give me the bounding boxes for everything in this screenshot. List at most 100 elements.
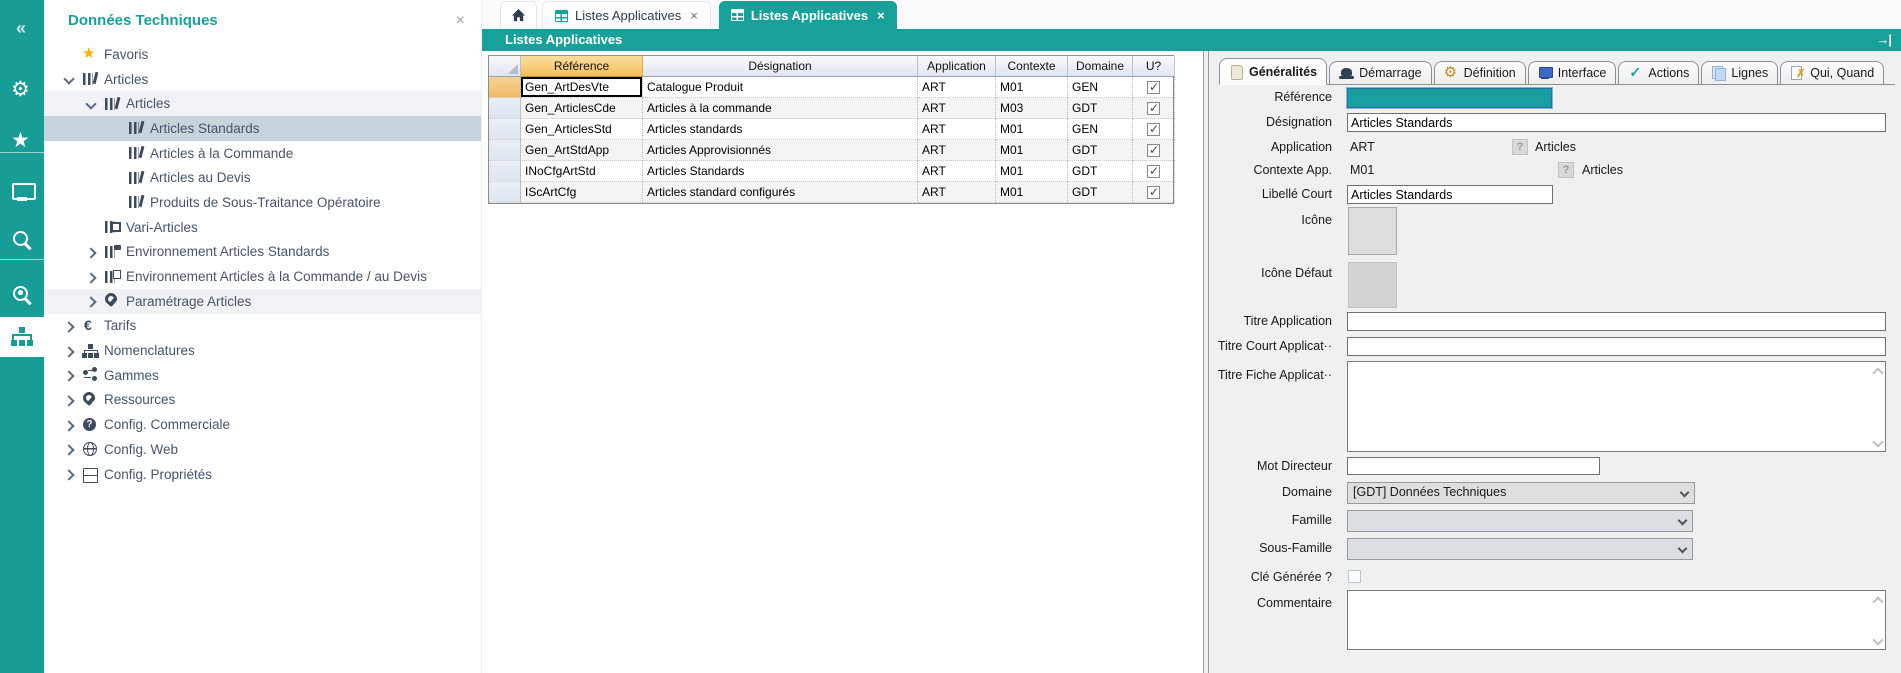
properties-tab[interactable]: Généralités xyxy=(1219,58,1327,85)
scroll-down-icon[interactable] xyxy=(1873,636,1882,645)
chevron-icon[interactable] xyxy=(84,97,98,111)
chevron-icon[interactable] xyxy=(62,393,76,407)
sidebar-close-icon[interactable]: × xyxy=(456,13,465,29)
column-header-contexte[interactable]: Contexte xyxy=(996,56,1068,77)
help-button[interactable]: ? xyxy=(1512,139,1528,155)
cell-reference[interactable]: INoCfgArtStd xyxy=(521,161,643,182)
chevron-icon[interactable] xyxy=(62,47,76,61)
cell-contexte[interactable]: M01 xyxy=(996,119,1068,140)
tab-close-icon[interactable]: × xyxy=(688,8,698,23)
tree-item[interactable]: Environnement Articles à la Commande / a… xyxy=(44,264,481,289)
tree-item[interactable]: Tarifs xyxy=(44,314,481,339)
row-selector-cell[interactable] xyxy=(489,98,521,119)
table-row[interactable]: INoCfgArtStd Articles Standards ART M01 … xyxy=(489,161,1173,182)
properties-tab[interactable]: Lignes xyxy=(1701,61,1778,84)
cell-domaine[interactable]: GEN xyxy=(1068,119,1133,140)
column-header-domaine[interactable]: Domaine xyxy=(1068,56,1133,77)
cell-domaine[interactable]: GEN xyxy=(1068,77,1133,98)
rail-button[interactable] xyxy=(0,317,44,357)
properties-tab[interactable]: Qui, Quand xyxy=(1780,61,1884,84)
table-row[interactable]: Gen_ArtStdApp Articles Approvisionnés AR… xyxy=(489,140,1173,161)
column-header-designation[interactable]: Désignation xyxy=(643,56,918,77)
cell-application[interactable]: ART xyxy=(918,98,996,119)
chevron-icon[interactable] xyxy=(62,442,76,456)
tab-close-icon[interactable]: × xyxy=(875,8,885,23)
mot-directeur-input[interactable] xyxy=(1347,457,1600,475)
tree-item[interactable]: Vari-Articles xyxy=(44,215,481,240)
cell-domaine[interactable]: GDT xyxy=(1068,140,1133,161)
cell-designation[interactable]: Articles Approvisionnés xyxy=(643,140,918,161)
scroll-up-icon[interactable] xyxy=(1873,366,1882,375)
chevron-icon[interactable] xyxy=(84,220,98,234)
chevron-icon[interactable] xyxy=(62,368,76,382)
tree-item[interactable]: Produits de Sous-Traitance Opératoire xyxy=(44,190,481,215)
select-all-header[interactable] xyxy=(489,56,521,77)
chevron-icon[interactable] xyxy=(62,344,76,358)
chevron-icon[interactable] xyxy=(84,294,98,308)
tree-item[interactable]: Paramétrage Articles xyxy=(44,289,481,314)
cell-application[interactable]: ART xyxy=(918,140,996,161)
cell-designation[interactable]: Articles Standards xyxy=(643,161,918,182)
chevron-icon[interactable] xyxy=(62,72,76,86)
tree-item[interactable]: Articles à la Commande xyxy=(44,141,481,166)
row-selector-cell[interactable] xyxy=(489,77,521,98)
column-header-application[interactable]: Application xyxy=(918,56,996,77)
row-selector-cell[interactable] xyxy=(489,119,521,140)
rail-button[interactable] xyxy=(0,120,44,164)
u-checkbox[interactable] xyxy=(1147,123,1160,136)
tree-item[interactable]: Config. Propriétés xyxy=(44,462,481,487)
u-checkbox[interactable] xyxy=(1147,165,1160,178)
cell-contexte[interactable]: M01 xyxy=(996,77,1068,98)
cell-contexte[interactable]: M01 xyxy=(996,182,1068,203)
tree-item[interactable]: Ressources xyxy=(44,388,481,413)
u-checkbox[interactable] xyxy=(1147,144,1160,157)
cell-application[interactable]: ART xyxy=(918,77,996,98)
commentaire-textarea[interactable] xyxy=(1347,590,1886,650)
u-checkbox[interactable] xyxy=(1147,102,1160,115)
rail-button[interactable] xyxy=(0,68,44,112)
rail-button[interactable] xyxy=(0,273,44,317)
u-checkbox[interactable] xyxy=(1147,186,1160,199)
chevron-icon[interactable] xyxy=(62,467,76,481)
titre-fiche-textarea[interactable] xyxy=(1347,361,1886,452)
document-tab[interactable]: Listes Applicatives × xyxy=(719,1,897,29)
sous-famille-select[interactable] xyxy=(1347,538,1693,560)
cell-reference[interactable]: Gen_ArticlesCde xyxy=(521,98,643,119)
cell-application[interactable]: ART xyxy=(918,119,996,140)
cell-reference[interactable]: Gen_ArtStdApp xyxy=(521,140,643,161)
reference-input[interactable] xyxy=(1347,88,1552,108)
chevron-icon[interactable] xyxy=(62,418,76,432)
cell-domaine[interactable]: GDT xyxy=(1068,98,1133,119)
cell-designation[interactable]: Catalogue Produit xyxy=(643,77,918,98)
cell-designation[interactable]: Articles standard configurés xyxy=(643,182,918,203)
row-selector-cell[interactable] xyxy=(489,182,521,203)
libelle-court-input[interactable] xyxy=(1347,185,1553,204)
tree-item[interactable]: Articles au Devis xyxy=(44,165,481,190)
titre-court-input[interactable] xyxy=(1347,337,1886,356)
tree-item[interactable]: Nomenclatures xyxy=(44,338,481,363)
designation-input[interactable] xyxy=(1347,113,1886,132)
cell-domaine[interactable]: GDT xyxy=(1068,182,1133,203)
help-button[interactable]: ? xyxy=(1558,162,1574,178)
rail-button[interactable] xyxy=(0,8,44,52)
document-tab[interactable]: Listes Applicatives × xyxy=(542,1,711,29)
scroll-up-icon[interactable] xyxy=(1873,595,1882,604)
famille-select[interactable] xyxy=(1347,510,1693,532)
cle-generee-checkbox[interactable] xyxy=(1348,570,1361,583)
rail-button[interactable] xyxy=(0,218,44,262)
tree-item[interactable]: Articles Standards xyxy=(44,116,481,141)
tree-item[interactable]: Articles xyxy=(44,91,481,116)
chevron-icon[interactable] xyxy=(84,270,98,284)
cell-contexte[interactable]: M01 xyxy=(996,161,1068,182)
table-row[interactable]: IScArtCfg Articles standard configurés A… xyxy=(489,182,1173,203)
tree-item[interactable]: Articles xyxy=(44,67,481,92)
cell-contexte[interactable]: M01 xyxy=(996,140,1068,161)
icone-picker[interactable] xyxy=(1348,207,1397,255)
cell-designation[interactable]: Articles standards xyxy=(643,119,918,140)
chevron-icon[interactable] xyxy=(62,319,76,333)
cell-contexte[interactable]: M03 xyxy=(996,98,1068,119)
cell-application[interactable]: ART xyxy=(918,161,996,182)
row-selector-cell[interactable] xyxy=(489,140,521,161)
table-row[interactable]: Gen_ArticlesCde Articles à la commande A… xyxy=(489,98,1173,119)
cell-application[interactable]: ART xyxy=(918,182,996,203)
